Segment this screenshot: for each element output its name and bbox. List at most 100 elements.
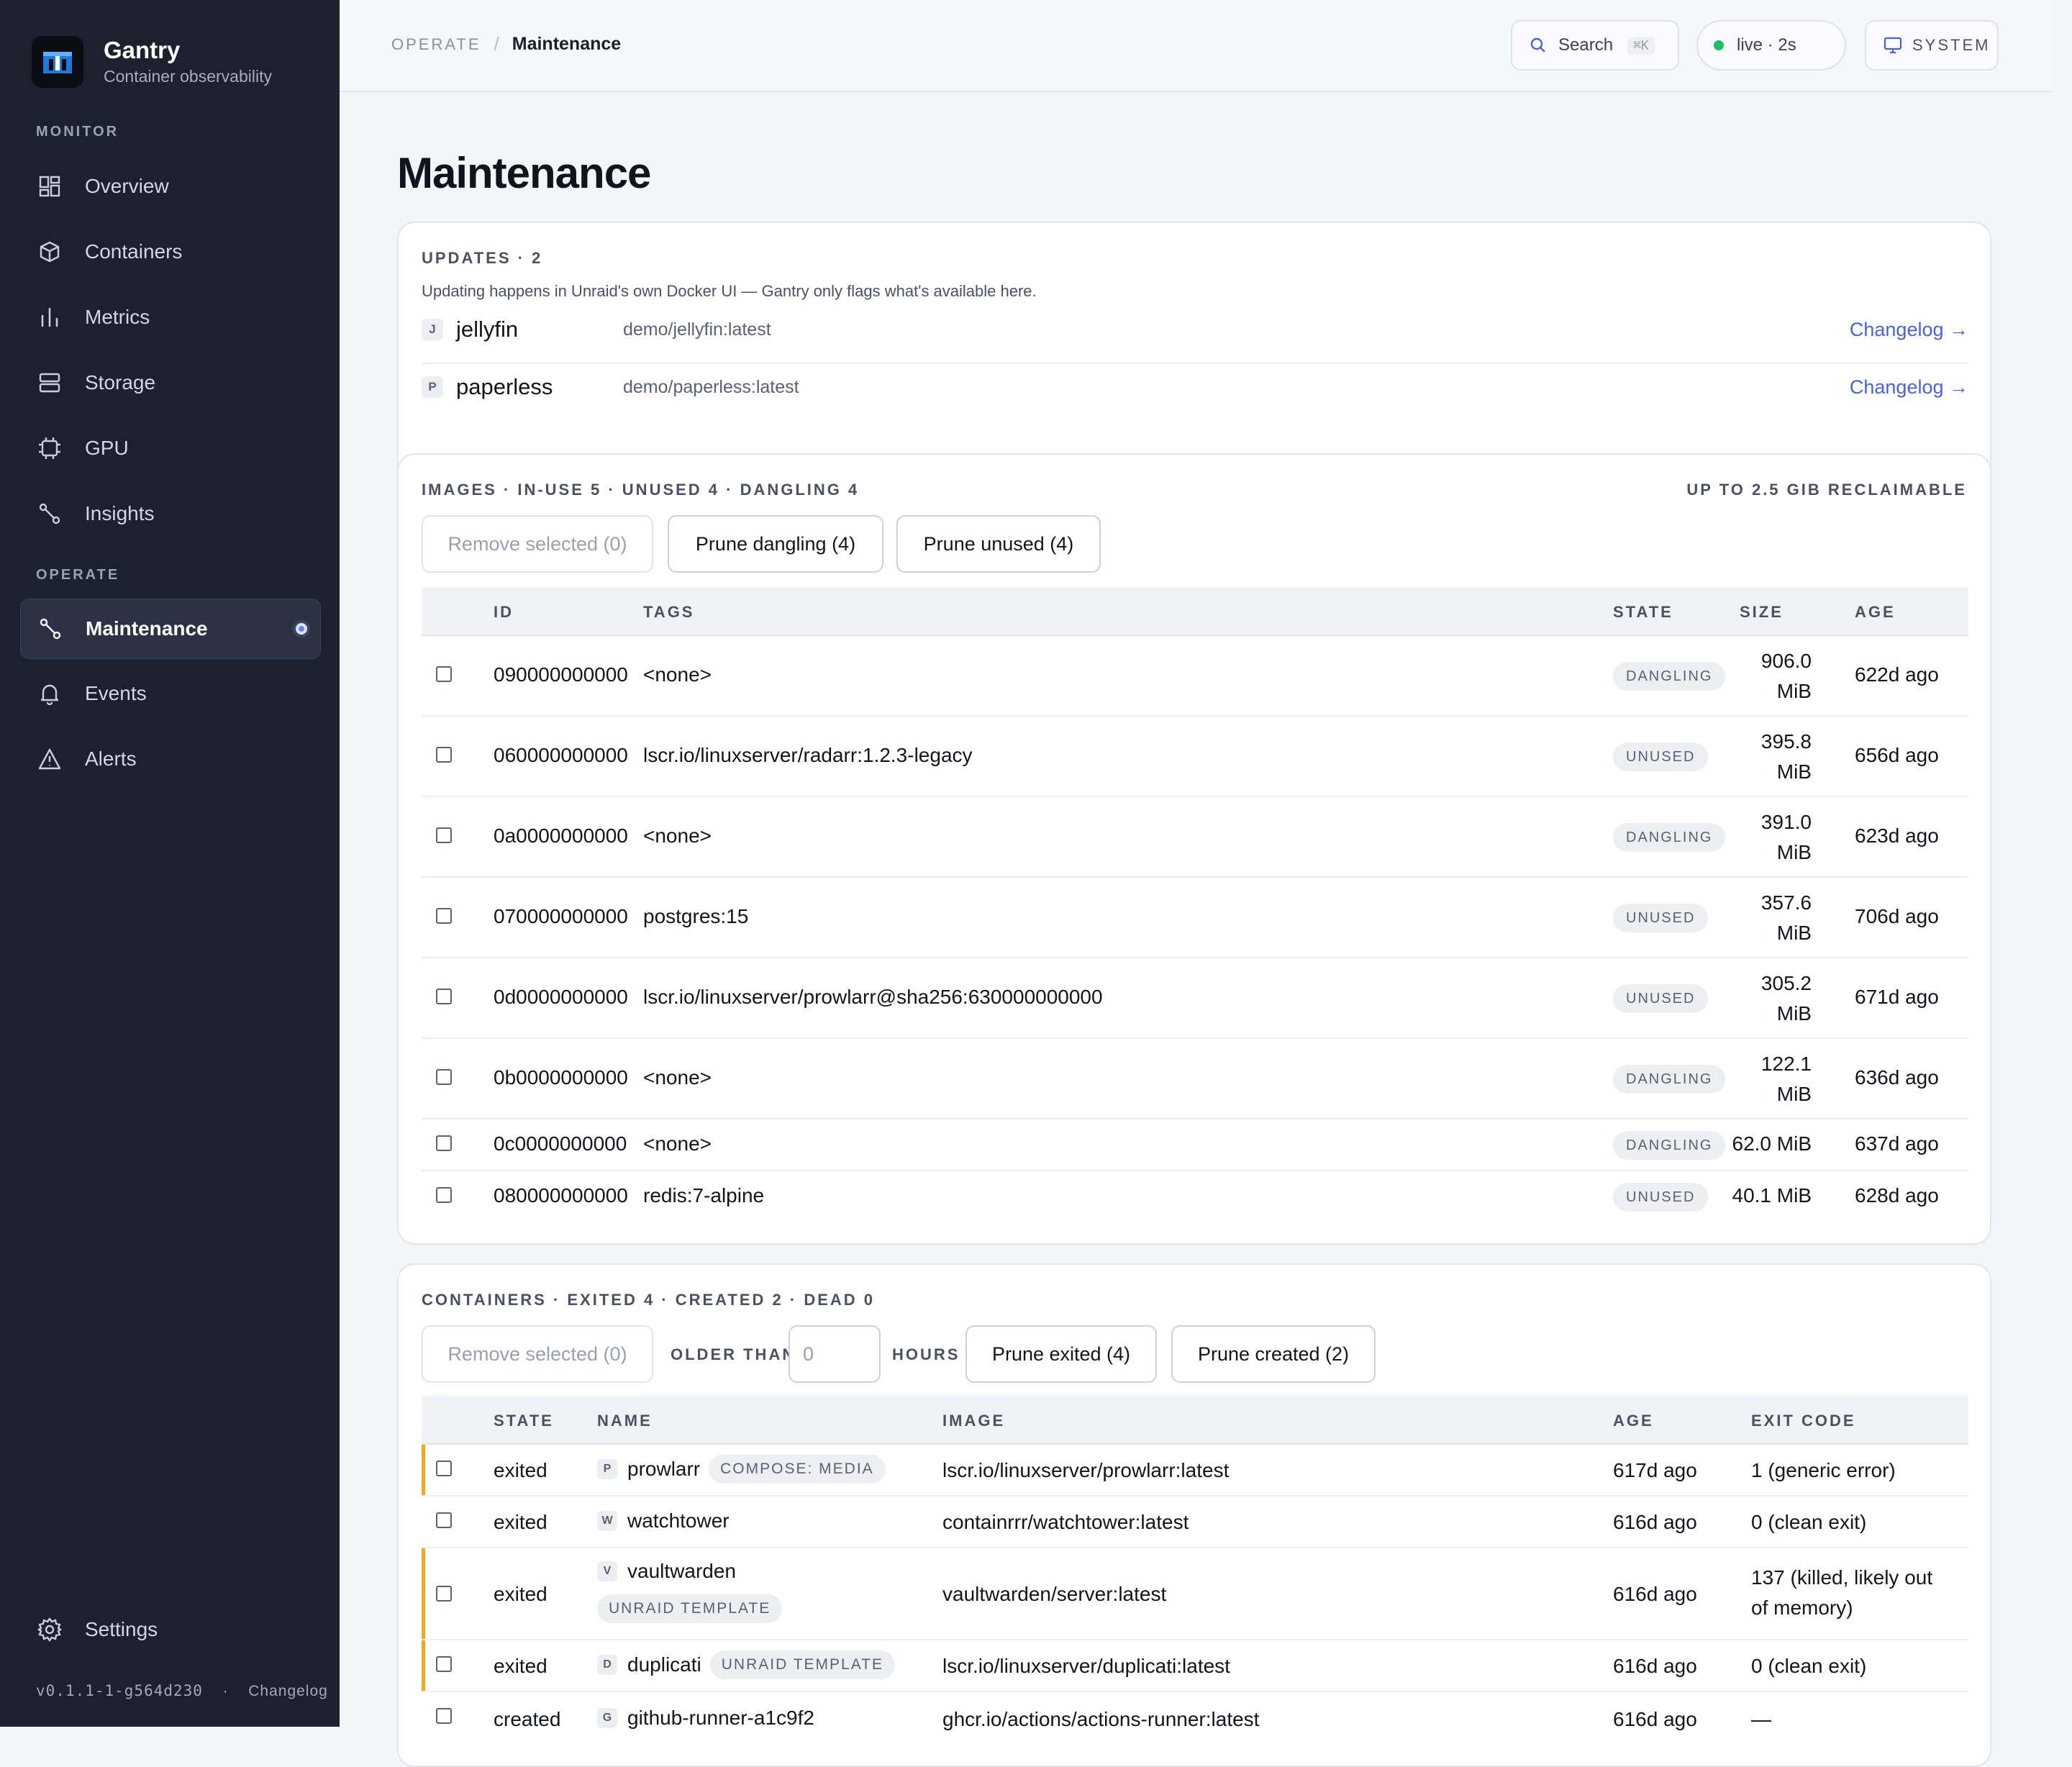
older-than-hours-input[interactable]: 0 bbox=[789, 1325, 881, 1383]
container-name: watchtower bbox=[627, 1509, 730, 1532]
column-size[interactable]: SIZE bbox=[1740, 603, 1784, 622]
table-row[interactable]: exited W watchtower containrrr/watchtowe… bbox=[422, 1496, 1968, 1548]
sidebar-item-events[interactable]: Events bbox=[20, 664, 319, 723]
row-checkbox[interactable] bbox=[436, 1708, 452, 1724]
search-icon bbox=[1530, 37, 1547, 54]
live-refresh-toggle[interactable]: live · 2s bbox=[1696, 20, 1846, 71]
row-checkbox[interactable] bbox=[436, 989, 452, 1004]
column-state[interactable]: STATE bbox=[1613, 603, 1673, 622]
sidebar-item-overview[interactable]: Overview bbox=[20, 157, 319, 216]
row-checkbox[interactable] bbox=[436, 1656, 452, 1672]
column-image[interactable]: IMAGE bbox=[942, 1412, 1005, 1430]
reclaimable-label: UP TO 2.5 GIB RECLAIMABLE bbox=[1686, 481, 1967, 499]
sidebar-item-insights[interactable]: Insights bbox=[20, 484, 319, 543]
row-checkbox[interactable] bbox=[436, 1461, 452, 1476]
table-row[interactable]: 0b0000000000 <none> DANGLING 122.1 MiB 63… bbox=[422, 1039, 1968, 1119]
image-tags: lscr.io/linuxserver/prowlarr@sha256:6300… bbox=[643, 986, 1103, 1008]
exit-code: — bbox=[1751, 1708, 1771, 1730]
breadcrumb-root[interactable]: OPERATE bbox=[391, 35, 481, 54]
image-tags: redis:7-alpine bbox=[643, 1184, 765, 1207]
images-heading: IMAGES · IN-USE 5 · UNUSED 4 · DANGLING … bbox=[422, 481, 860, 499]
prune-unused-button[interactable]: Prune unused (4) bbox=[896, 515, 1101, 573]
size-value: 395.8 bbox=[1760, 730, 1812, 753]
route-icon bbox=[36, 500, 63, 527]
table-row[interactable]: 070000000000 postgres:15 UNUSED 357.6 MiB… bbox=[422, 878, 1968, 958]
column-name[interactable]: NAME bbox=[597, 1412, 653, 1430]
warning-stripe bbox=[422, 1445, 425, 1495]
settings-label: Settings bbox=[85, 1618, 158, 1640]
table-row[interactable]: 090000000000 <none> DANGLING 906.0 MiB 62… bbox=[422, 636, 1968, 717]
footer-changelog-link[interactable]: Changelog bbox=[248, 1683, 328, 1699]
breadcrumb-current: Maintenance bbox=[512, 34, 622, 54]
container-name-cell: G github-runner-a1c9f2 bbox=[597, 1704, 814, 1732]
row-checkbox[interactable] bbox=[436, 1187, 452, 1203]
table-row[interactable]: 0a0000000000 <none> DANGLING 391.0 MiB 62… bbox=[422, 797, 1968, 878]
sidebar-item-label: Containers bbox=[85, 240, 183, 263]
active-indicator-dot bbox=[296, 623, 307, 635]
prune-exited-button[interactable]: Prune exited (4) bbox=[965, 1325, 1157, 1383]
container-state: exited bbox=[494, 1655, 547, 1677]
sidebar-item-settings[interactable]: Settings bbox=[20, 1600, 319, 1659]
container-age: 616d ago bbox=[1613, 1511, 1697, 1533]
sidebar-item-label: Alerts bbox=[85, 748, 137, 770]
container-name: duplicati bbox=[627, 1653, 701, 1676]
column-tags[interactable]: TAGS bbox=[643, 603, 694, 622]
row-checkbox[interactable] bbox=[436, 1135, 452, 1151]
sidebar-item-alerts[interactable]: Alerts bbox=[20, 730, 319, 789]
table-row[interactable]: created G github-runner-a1c9f2 ghcr.io/a… bbox=[422, 1692, 1968, 1743]
table-row[interactable]: 0d0000000000 lscr.io/linuxserver/prowlar… bbox=[422, 958, 1968, 1039]
prune-created-button[interactable]: Prune created (2) bbox=[1171, 1325, 1376, 1383]
table-row[interactable]: exited V vaultwarden UNRAID TEMPLATE vau… bbox=[422, 1548, 1968, 1640]
row-checkbox[interactable] bbox=[436, 908, 452, 924]
warning-icon bbox=[36, 745, 63, 773]
brand-name: Gantry bbox=[104, 37, 181, 63]
sidebar-item-metrics[interactable]: Metrics bbox=[20, 288, 319, 347]
image-tags: postgres:15 bbox=[643, 905, 749, 927]
image-size: 40.1 MiB bbox=[1732, 1184, 1812, 1207]
route-icon bbox=[37, 615, 64, 642]
column-id[interactable]: ID bbox=[494, 603, 514, 622]
table-row[interactable]: 080000000000 redis:7-alpine UNUSED 40.1 … bbox=[422, 1171, 1968, 1222]
column-state[interactable]: STATE bbox=[494, 1412, 554, 1430]
remove-selected-containers-button[interactable]: Remove selected (0) bbox=[422, 1325, 653, 1383]
row-checkbox[interactable] bbox=[436, 666, 452, 682]
changelog-link[interactable]: Changelog → bbox=[1850, 319, 1968, 341]
container-image: lscr.io/linuxserver/prowlarr:latest bbox=[942, 1459, 1230, 1481]
theme-system-button[interactable]: SYSTEM bbox=[1865, 20, 1999, 71]
update-image: demo/jellyfin:latest bbox=[623, 319, 771, 340]
row-checkbox[interactable] bbox=[436, 1586, 452, 1602]
sidebar-item-containers[interactable]: Containers bbox=[20, 222, 319, 281]
row-checkbox[interactable] bbox=[436, 747, 452, 763]
size-unit: MiB bbox=[1776, 1083, 1812, 1105]
container-letter-badge: J bbox=[422, 319, 443, 340]
sidebar-item-storage[interactable]: Storage bbox=[20, 353, 319, 412]
table-row[interactable]: 0c0000000000 <none> DANGLING 62.0 MiB 63… bbox=[422, 1119, 1968, 1171]
prune-dangling-button[interactable]: Prune dangling (4) bbox=[668, 515, 883, 573]
sidebar-item-maintenance[interactable]: Maintenance bbox=[20, 599, 321, 659]
column-age[interactable]: AGE bbox=[1855, 603, 1896, 622]
update-row: P paperless demo/paperless:latest Change… bbox=[422, 360, 1968, 414]
table-row[interactable]: exited D duplicati UNRAID TEMPLATE lscr.… bbox=[422, 1640, 1968, 1692]
row-checkbox[interactable] bbox=[436, 1512, 452, 1528]
row-checkbox[interactable] bbox=[436, 827, 452, 843]
exit-code: 1 (generic error) bbox=[1751, 1459, 1896, 1481]
column-exit-code[interactable]: EXIT CODE bbox=[1751, 1412, 1856, 1430]
column-age[interactable]: AGE bbox=[1613, 1412, 1654, 1430]
chip-icon bbox=[36, 435, 63, 462]
sidebar: Gantry Container observability MONITOR O… bbox=[0, 0, 340, 1727]
brand[interactable]: Gantry Container observability bbox=[32, 36, 272, 88]
remove-selected-images-button[interactable]: Remove selected (0) bbox=[422, 515, 653, 573]
row-checkbox[interactable] bbox=[436, 1069, 452, 1085]
table-row[interactable]: exited P prowlarr COMPOSE: MEDIA lscr.io… bbox=[422, 1445, 1968, 1496]
brand-subtitle: Container observability bbox=[104, 67, 272, 86]
table-row[interactable]: 060000000000 lscr.io/linuxserver/radarr:… bbox=[422, 717, 1968, 797]
container-age: 616d ago bbox=[1613, 1655, 1697, 1677]
search-button[interactable]: Search ⌘K bbox=[1511, 20, 1679, 71]
image-age: 636d ago bbox=[1855, 1066, 1939, 1089]
search-label: Search bbox=[1558, 35, 1614, 55]
changelog-link[interactable]: Changelog → bbox=[1850, 376, 1968, 399]
images-table-header: ID TAGS STATE SIZE AGE bbox=[422, 587, 1968, 636]
sidebar-item-gpu[interactable]: GPU bbox=[20, 419, 319, 478]
image-age: 623d ago bbox=[1855, 825, 1939, 847]
containers-card: CONTAINERS · EXITED 4 · CREATED 2 · DEAD… bbox=[397, 1263, 1991, 1767]
